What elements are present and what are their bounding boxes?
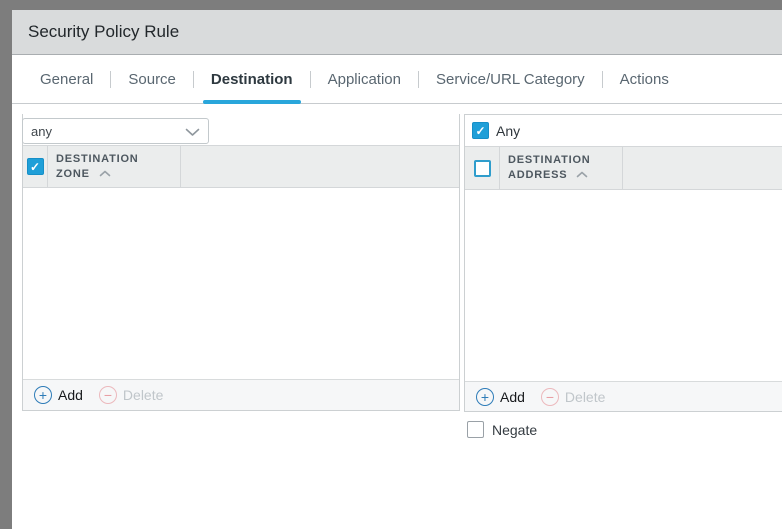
any-address-checkbox[interactable]: ✓: [472, 122, 489, 139]
plus-circle-icon: +: [34, 386, 52, 404]
minus-circle-icon: −: [99, 386, 117, 404]
add-address-button[interactable]: + Add: [476, 388, 525, 406]
check-icon: ✓: [30, 161, 40, 173]
add-button-label: Add: [58, 387, 83, 403]
address-list-body: [465, 190, 782, 381]
negate-row: Negate: [467, 421, 537, 438]
screen: Security Policy Rule General Source Dest…: [0, 0, 782, 529]
sort-ascending-icon: [99, 170, 111, 177]
negate-label: Negate: [492, 422, 537, 438]
destination-zone-panel: ✓ DESTINATION ZONE + Add: [22, 114, 460, 411]
tab-application[interactable]: Application: [311, 55, 418, 103]
column-header-label: DESTINATION ZONE: [56, 153, 139, 180]
zone-header-filler: [181, 146, 459, 187]
tab-source[interactable]: Source: [111, 55, 193, 103]
destination-zone-type-dropdown[interactable]: any: [22, 118, 209, 144]
delete-zone-button[interactable]: − Delete: [99, 386, 163, 404]
tab-destination[interactable]: Destination: [194, 55, 310, 103]
security-policy-rule-dialog: Security Policy Rule General Source Dest…: [12, 10, 782, 529]
zone-panel-footer: + Add − Delete: [23, 379, 459, 410]
window-frame-left: [0, 0, 12, 529]
tab-bar: General Source Destination Application S…: [12, 55, 782, 104]
tab-general[interactable]: General: [23, 55, 110, 103]
zone-select-all-cell: ✓: [23, 146, 48, 187]
zone-table-header: ✓ DESTINATION ZONE: [23, 145, 459, 188]
tab-service-url-category[interactable]: Service/URL Category: [419, 55, 602, 103]
address-table-header: DESTINATION ADDRESS: [465, 146, 782, 190]
delete-button-label: Delete: [123, 387, 163, 403]
address-panel-footer: + Add − Delete: [465, 381, 782, 411]
address-select-all-cell: [465, 147, 500, 189]
sort-ascending-icon: [576, 171, 588, 178]
window-frame-top: [0, 0, 782, 10]
destination-address-panel: ✓ Any DESTINATION ADDRESS: [464, 114, 782, 412]
plus-circle-icon: +: [476, 388, 494, 406]
add-zone-button[interactable]: + Add: [34, 386, 83, 404]
delete-address-button[interactable]: − Delete: [541, 388, 605, 406]
add-button-label: Add: [500, 389, 525, 405]
delete-button-label: Delete: [565, 389, 605, 405]
minus-circle-icon: −: [541, 388, 559, 406]
negate-checkbox[interactable]: [467, 421, 484, 438]
destination-zone-column-header[interactable]: DESTINATION ZONE: [48, 146, 181, 187]
chevron-down-icon: [185, 128, 200, 137]
destination-address-column-header[interactable]: DESTINATION ADDRESS: [500, 147, 623, 189]
dialog-title: Security Policy Rule: [28, 22, 179, 42]
any-address-row: ✓ Any: [465, 115, 782, 146]
dropdown-selected-value: any: [31, 124, 52, 139]
dialog-titlebar: Security Policy Rule: [12, 10, 782, 55]
select-all-zones-checkbox[interactable]: ✓: [27, 158, 44, 175]
zone-list-body: [23, 188, 459, 379]
tab-actions[interactable]: Actions: [603, 55, 686, 103]
any-address-label: Any: [496, 123, 520, 139]
check-icon: ✓: [475, 125, 485, 137]
address-header-filler: [623, 147, 782, 189]
select-all-addresses-checkbox[interactable]: [474, 160, 491, 177]
